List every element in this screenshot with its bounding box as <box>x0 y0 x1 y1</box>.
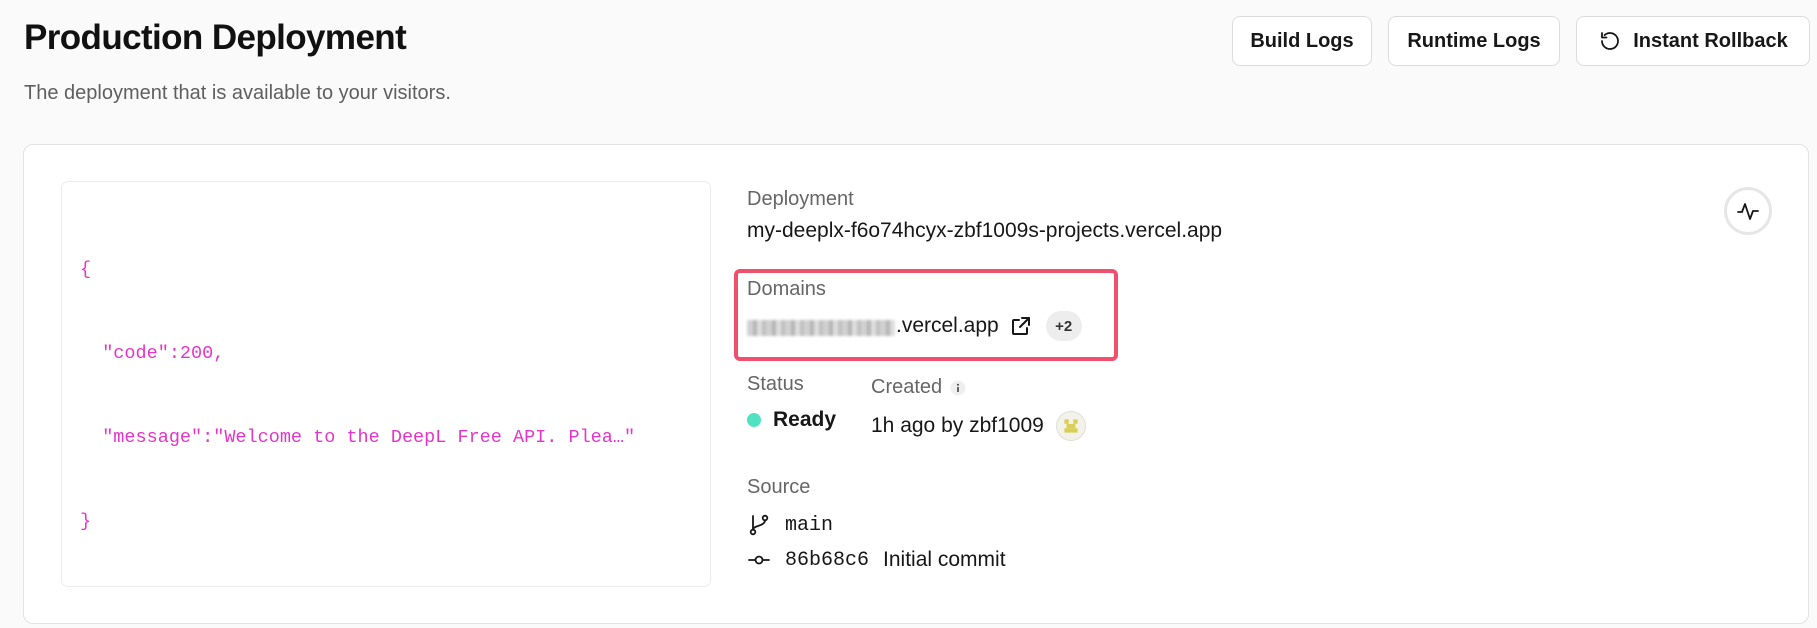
instant-rollback-label: Instant Rollback <box>1633 29 1788 52</box>
info-icon[interactable] <box>950 380 966 396</box>
source-branch-row: main <box>747 513 833 537</box>
preview-line: "code":200, <box>80 343 225 364</box>
commit-hash[interactable]: 86b68c6 <box>785 549 869 572</box>
deployment-preview[interactable]: { "code":200, "message":"Welcome to the … <box>61 181 711 587</box>
page-subtitle: The deployment that is available to your… <box>24 82 451 104</box>
status-value: Ready <box>773 408 837 431</box>
created-row: 1h ago by zbf1009 <box>871 411 1086 441</box>
domain-suffix: .vercel.app <box>896 314 999 337</box>
runtime-logs-button[interactable]: Runtime Logs <box>1388 16 1560 66</box>
activity-button[interactable] <box>1724 187 1772 235</box>
preview-line: "message":"Welcome to the DeepL Free API… <box>80 427 636 448</box>
page-title: Production Deployment <box>24 18 407 57</box>
toolbar: Build Logs Runtime Logs Instant Rollback <box>1232 16 1810 66</box>
branch-name[interactable]: main <box>785 514 833 537</box>
deployment-url-link[interactable]: my-deeplx-f6o74hcyx-zbf1009s-projects.ve… <box>747 219 1222 243</box>
preview-line: { <box>80 259 92 280</box>
status-label: Status <box>747 373 804 395</box>
source-commit-row: 86b68c6 Initial commit <box>747 548 1006 572</box>
source-label: Source <box>747 476 811 498</box>
commit-message[interactable]: Initial commit <box>883 548 1006 572</box>
runtime-logs-label: Runtime Logs <box>1407 29 1541 52</box>
redacted-domain-prefix <box>747 319 895 336</box>
git-branch-icon <box>749 514 769 536</box>
more-domains-badge[interactable]: +2 <box>1045 311 1082 341</box>
created-value: 1h ago by zbf1009 <box>871 414 1044 437</box>
rollback-icon <box>1601 32 1620 50</box>
external-link-icon[interactable] <box>1009 314 1033 338</box>
activity-icon <box>1737 203 1759 220</box>
created-label: Created <box>871 376 943 398</box>
domains-row: .vercel.app +2 <box>747 311 1082 341</box>
deployment-label: Deployment <box>747 188 854 210</box>
avatar[interactable] <box>1055 411 1086 441</box>
build-logs-label: Build Logs <box>1250 29 1354 52</box>
domains-label: Domains <box>747 278 826 300</box>
deployment-card: { "code":200, "message":"Welcome to the … <box>23 144 1809 624</box>
avatar-identicon-icon <box>1064 419 1078 433</box>
domain-link[interactable]: .vercel.app <box>747 314 999 338</box>
status-dot <box>747 413 761 427</box>
instant-rollback-button[interactable]: Instant Rollback <box>1576 16 1810 66</box>
preview-line: } <box>80 511 92 532</box>
created-label-group: Created <box>871 376 966 399</box>
status-row: Ready <box>747 408 836 432</box>
build-logs-button[interactable]: Build Logs <box>1232 16 1372 66</box>
git-commit-icon <box>748 555 770 565</box>
